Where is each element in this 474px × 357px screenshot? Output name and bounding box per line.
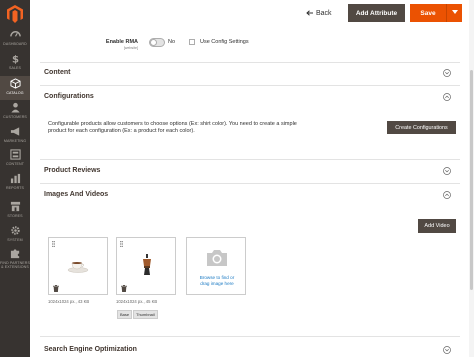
chevron-down-icon[interactable]: [443, 167, 451, 175]
chevron-up-icon[interactable]: [443, 191, 451, 199]
nav-label: FIND PARTNERS: [0, 260, 30, 265]
divider: [40, 336, 460, 337]
section-content-title[interactable]: Content: [44, 69, 70, 76]
scrollbar-thumb[interactable]: [470, 70, 473, 290]
toggle-value: No: [168, 39, 176, 45]
teacup-image: [67, 262, 89, 273]
nav-label: REPORTS: [5, 185, 24, 190]
nav-label: SALES: [8, 65, 22, 70]
divider: [40, 159, 460, 160]
gear-icon: [10, 226, 20, 235]
chevron-down-icon[interactable]: [443, 69, 451, 77]
megaphone-icon: [10, 127, 19, 136]
bar-chart-icon: [10, 173, 20, 184]
svg-text:$: $: [11, 55, 18, 64]
upload-hint-line1: Browse to find or: [199, 275, 235, 280]
dollar-icon: $: [11, 55, 18, 64]
use-config-checkbox[interactable]: [189, 39, 195, 45]
toggle-knob: [150, 39, 157, 46]
image-upload-dropzone[interactable]: Browse to find or drag image here: [186, 237, 246, 295]
rma-scope-label: [website]: [123, 46, 138, 50]
product-image-card[interactable]: [116, 237, 176, 295]
nav-stores[interactable]: STORES: [0, 201, 30, 218]
nav-content[interactable]: CONTENT: [0, 149, 30, 166]
role-tag-base: Base: [117, 310, 133, 319]
divider: [40, 62, 460, 63]
divider: [40, 183, 460, 184]
back-label: Back: [316, 9, 332, 17]
nav-dashboard[interactable]: DASHBOARD: [0, 29, 30, 46]
role-tag-thumbnail: Thumbnail: [133, 310, 158, 319]
upload-hint[interactable]: Browse to find or drag image here: [189, 275, 245, 287]
product-image-card[interactable]: [48, 237, 108, 295]
trash-icon[interactable]: [53, 285, 59, 292]
nav-customers[interactable]: CUSTOMERS: [0, 102, 30, 119]
nav-label: DASHBOARD: [3, 41, 27, 46]
nav-marketing[interactable]: MARKETING: [0, 126, 30, 143]
nav-label: MARKETING: [3, 138, 27, 143]
caret-down-icon: [451, 10, 458, 14]
cube-icon: [9, 78, 21, 89]
nav-system[interactable]: SYSTEM: [0, 225, 30, 242]
save-options-dropdown[interactable]: [446, 4, 462, 22]
person-icon: [10, 102, 20, 113]
use-config-label[interactable]: Use Config Settings: [200, 39, 249, 45]
nav-sales[interactable]: $ SALES: [0, 53, 30, 70]
image-meta: 1024x1024 px., 43 KB: [48, 299, 90, 304]
back-button[interactable]: Back: [306, 5, 342, 21]
configurations-description: Configurable products allow customers to…: [48, 121, 297, 134]
enable-rma-toggle[interactable]: [149, 38, 165, 47]
nav-catalog[interactable]: CATALOG: [0, 76, 30, 100]
rma-field-label: Enable RMA: [105, 39, 138, 45]
camera-icon: [207, 250, 227, 266]
store-icon: [10, 201, 20, 212]
layout-icon: [9, 149, 21, 160]
section-seo-title[interactable]: Search Engine Optimization: [44, 346, 137, 353]
chevron-down-icon[interactable]: [443, 346, 451, 354]
magento-logo[interactable]: [7, 5, 23, 23]
section-configurations-title[interactable]: Configurations: [44, 93, 94, 100]
trash-icon[interactable]: [121, 285, 127, 292]
image-meta: 1024x1024 px., 45 KB: [116, 299, 158, 304]
nav-label: CATALOG: [6, 90, 24, 95]
arrow-left-icon: [306, 10, 313, 16]
add-video-button[interactable]: Add Video: [418, 219, 456, 233]
upload-hint-line2: drag image here: [200, 281, 234, 286]
divider: [40, 85, 460, 86]
teapot-image: [143, 254, 151, 275]
nav-reports[interactable]: REPORTS: [0, 173, 30, 190]
create-configurations-button[interactable]: Create Configurations: [387, 121, 456, 134]
drag-handle-icon[interactable]: [52, 241, 55, 247]
section-product-reviews-title[interactable]: Product Reviews: [44, 167, 100, 174]
add-attribute-button[interactable]: Add Attribute: [348, 4, 405, 22]
save-button[interactable]: Save: [410, 4, 446, 22]
drag-handle-icon[interactable]: [120, 241, 123, 247]
nav-label: CUSTOMERS: [3, 114, 27, 119]
admin-sidebar: DASHBOARD $ SALES CATALOG CUSTOMERS MARK…: [0, 0, 30, 357]
section-images-videos-title[interactable]: Images And Videos: [44, 191, 108, 198]
nav-label: CONTENT: [5, 161, 25, 166]
nav-find-partners[interactable]: FIND PARTNERS & EXTENSIONS: [0, 248, 30, 269]
nav-label: SYSTEM: [7, 237, 23, 242]
chevron-up-icon[interactable]: [443, 93, 451, 101]
puzzle-icon: [10, 249, 19, 259]
nav-label: & EXTENSIONS: [1, 264, 29, 269]
nav-label: STORES: [7, 213, 23, 218]
dashboard-icon: [9, 31, 21, 37]
